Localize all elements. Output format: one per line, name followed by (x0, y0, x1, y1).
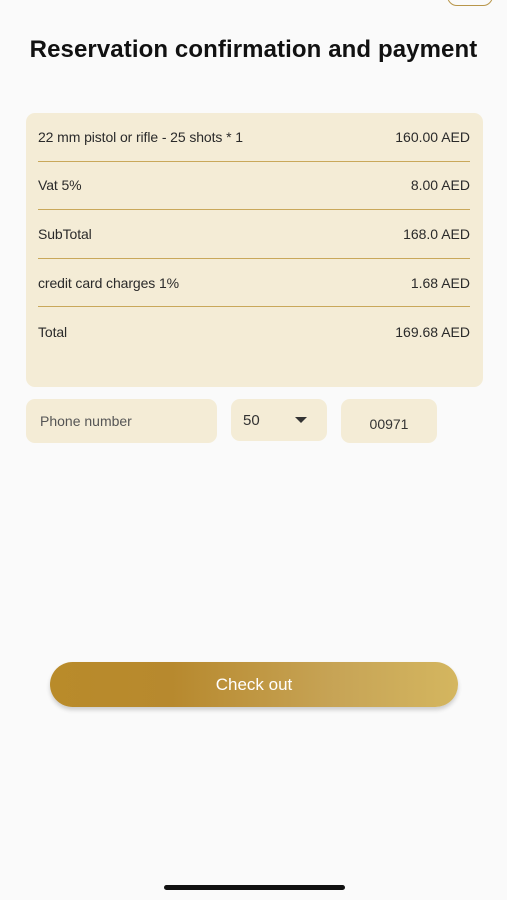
item-price: 160.00 AED (395, 128, 470, 145)
summary-row-item: 22 mm pistol or rifle - 25 shots * 1 160… (38, 113, 470, 162)
order-summary-card: 22 mm pistol or rifle - 25 shots * 1 160… (26, 113, 483, 387)
checkout-button[interactable]: Check out (50, 662, 458, 707)
chevron-down-icon (295, 417, 307, 423)
home-indicator (164, 885, 345, 890)
dial-code-field[interactable]: 00971 (341, 399, 437, 443)
reservation-screen: Reservation confirmation and payment 22 … (0, 0, 507, 900)
vat-label: Vat 5% (38, 177, 82, 194)
country-code-select[interactable]: 50 (231, 399, 327, 441)
summary-row-total: Total 169.68 AED (38, 307, 470, 356)
vat-amount: 8.00 AED (410, 177, 470, 194)
summary-row-vat: Vat 5% 8.00 AED (38, 162, 470, 211)
total-amount: 169.68 AED (395, 323, 470, 340)
item-label: 22 mm pistol or rifle - 25 shots * 1 (38, 128, 243, 145)
phone-number-input[interactable] (26, 399, 217, 443)
country-code-value: 50 (243, 411, 260, 429)
page-title: Reservation confirmation and payment (29, 36, 478, 63)
summary-row-subtotal: SubTotal 168.0 AED (38, 210, 470, 259)
total-label: Total (38, 323, 68, 340)
subtotal-label: SubTotal (38, 225, 92, 242)
top-corner-button[interactable] (447, 0, 493, 6)
card-charges-amount: 1.68 AED (410, 274, 470, 291)
card-charges-label: credit card charges 1% (38, 274, 179, 291)
summary-row-card-charges: credit card charges 1% 1.68 AED (38, 259, 470, 308)
dial-code-value: 00971 (369, 416, 409, 432)
subtotal-amount: 168.0 AED (403, 225, 470, 242)
